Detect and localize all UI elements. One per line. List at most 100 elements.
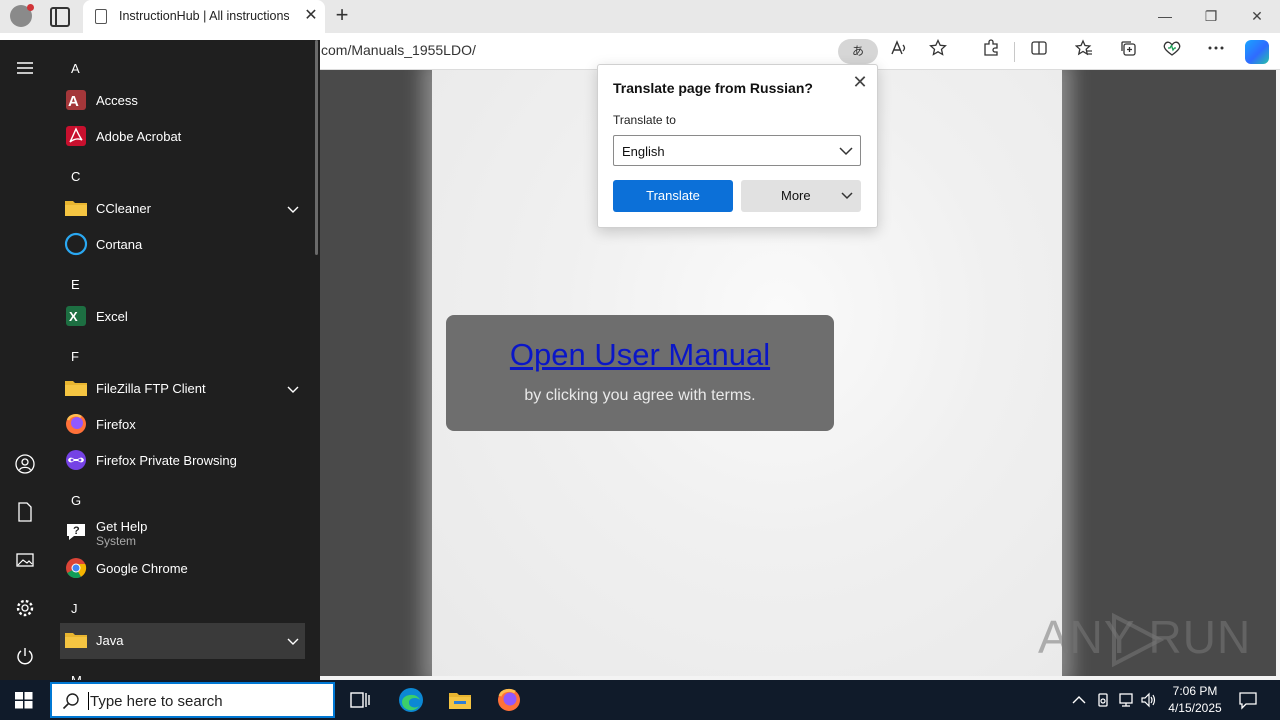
folder-icon: [65, 381, 87, 396]
browser-essentials-icon[interactable]: [1159, 39, 1185, 65]
open-user-manual-link[interactable]: Open User Manual: [446, 337, 834, 373]
firefox-taskbar-icon[interactable]: [495, 686, 523, 714]
split-screen-icon[interactable]: [1026, 39, 1052, 65]
app-java[interactable]: Java: [60, 623, 305, 659]
chevron-up-icon[interactable]: [1070, 691, 1088, 709]
manual-download-card: Open User Manual by clicking you agree w…: [446, 315, 834, 431]
user-account-icon[interactable]: [13, 452, 37, 476]
translate-heading: Translate page from Russian?: [613, 80, 813, 96]
translate-close-button[interactable]: ✕: [850, 72, 870, 92]
page-favicon-icon: [95, 9, 107, 24]
more-label: More: [781, 188, 811, 203]
group-letter-g[interactable]: G: [71, 493, 81, 508]
new-tab-button[interactable]: +: [330, 4, 354, 28]
more-menu-icon[interactable]: [1203, 39, 1229, 65]
documents-icon[interactable]: [13, 500, 37, 524]
svg-text:?: ?: [73, 525, 80, 537]
app-list: A A Access Adobe Acrobat C CCleaner Cort…: [50, 40, 320, 680]
tab-close-button[interactable]: ✕: [301, 6, 321, 26]
tab-actions-icon[interactable]: [50, 7, 70, 27]
group-letter-e[interactable]: E: [71, 277, 80, 292]
chevron-down-icon[interactable]: [286, 202, 300, 216]
search-placeholder: Type here to search: [90, 693, 223, 710]
collections-icon[interactable]: [1115, 39, 1141, 65]
play-logo-icon: [1112, 612, 1165, 668]
translate-page-icon[interactable]: あ: [838, 39, 878, 64]
start-menu-scrollbar[interactable]: [315, 40, 318, 255]
app-name: Get Help: [96, 519, 148, 534]
window-minimize-button[interactable]: —: [1150, 6, 1180, 26]
app-access[interactable]: A Access: [60, 83, 305, 119]
favorite-star-icon[interactable]: [925, 38, 951, 65]
more-options-button[interactable]: More: [741, 180, 861, 212]
system-clock[interactable]: 7:06 PM 4/15/2025: [1160, 683, 1230, 717]
app-name: Cortana: [96, 237, 143, 252]
profile-avatar-icon[interactable]: [10, 4, 34, 27]
clock-time: 7:06 PM: [1172, 684, 1218, 698]
window-close-button[interactable]: ✕: [1242, 6, 1272, 26]
power-icon[interactable]: [13, 644, 37, 668]
app-name: Google Chrome: [96, 561, 188, 576]
app-name: Firefox: [96, 417, 136, 432]
app-filezilla[interactable]: FileZilla FTP Client: [60, 371, 305, 407]
device-icon[interactable]: [1094, 691, 1112, 709]
window-restore-button[interactable]: ❐: [1196, 6, 1226, 26]
pictures-icon[interactable]: [13, 548, 37, 572]
selected-language: English: [622, 144, 665, 159]
app-subtitle: System: [96, 534, 137, 548]
file-explorer-icon[interactable]: [446, 686, 474, 714]
get-help-icon: ?: [67, 524, 85, 540]
copilot-icon[interactable]: [1245, 40, 1269, 64]
favorites-icon[interactable]: [1071, 39, 1097, 65]
svg-text:X: X: [69, 309, 78, 324]
text-cursor: [88, 692, 89, 710]
firefox-private-icon: [66, 450, 86, 470]
volume-icon[interactable]: [1140, 691, 1158, 709]
app-firefox-private[interactable]: Firefox Private Browsing: [60, 443, 305, 479]
windows-logo-icon: [15, 692, 33, 709]
group-letter-a[interactable]: A: [71, 61, 80, 76]
group-letter-m[interactable]: M: [71, 673, 82, 680]
chevron-down-icon[interactable]: [286, 634, 300, 648]
app-name: Java: [96, 633, 124, 648]
tab-title: InstructionHub | All instructions: [119, 9, 289, 23]
settings-gear-icon[interactable]: [13, 596, 37, 620]
notifications-icon[interactable]: [1238, 690, 1258, 710]
address-bar-url[interactable]: com/Manuals_1955LDO/: [321, 42, 476, 58]
app-name: FileZilla FTP Client: [96, 381, 206, 396]
group-letter-j[interactable]: J: [71, 601, 78, 616]
app-google-chrome[interactable]: Google Chrome: [60, 551, 305, 587]
app-excel[interactable]: X Excel: [60, 299, 305, 335]
svg-text:A: A: [68, 93, 79, 110]
network-icon[interactable]: [1117, 691, 1135, 709]
browser-tab-bar: InstructionHub | All instructions ✕ + — …: [0, 0, 1280, 33]
app-get-help[interactable]: ? Get Help System: [60, 515, 305, 551]
chrome-icon: [66, 558, 87, 579]
folder-icon: [65, 633, 87, 648]
browser-tab-instructionhub[interactable]: InstructionHub | All instructions ✕: [83, 0, 325, 33]
edge-browser-icon[interactable]: [397, 686, 425, 714]
read-aloud-icon[interactable]: [886, 39, 912, 65]
folder-icon: [65, 201, 87, 216]
app-name: CCleaner: [96, 201, 151, 216]
app-name: Access: [96, 93, 138, 108]
app-firefox[interactable]: Firefox: [60, 407, 305, 443]
group-letter-c[interactable]: C: [71, 169, 80, 184]
taskbar: Type here to search 7:06 PM 4/15/2025: [0, 680, 1280, 720]
target-language-select[interactable]: English: [613, 135, 861, 166]
app-cortana[interactable]: Cortana: [60, 227, 305, 263]
cortana-icon: [64, 232, 88, 256]
chevron-down-icon[interactable]: [286, 382, 300, 396]
start-button[interactable]: [0, 680, 48, 720]
access-icon: A: [66, 90, 86, 110]
search-icon: [62, 693, 79, 710]
group-letter-f[interactable]: F: [71, 349, 79, 364]
app-name: Adobe Acrobat: [96, 129, 182, 144]
translate-button[interactable]: Translate: [613, 180, 733, 212]
app-ccleaner[interactable]: CCleaner: [60, 191, 305, 227]
app-adobe-acrobat[interactable]: Adobe Acrobat: [60, 119, 305, 155]
extensions-icon[interactable]: [978, 39, 1004, 65]
hamburger-menu-icon[interactable]: [13, 56, 37, 80]
task-view-icon[interactable]: [346, 686, 374, 714]
taskbar-search-box[interactable]: Type here to search: [50, 682, 335, 718]
